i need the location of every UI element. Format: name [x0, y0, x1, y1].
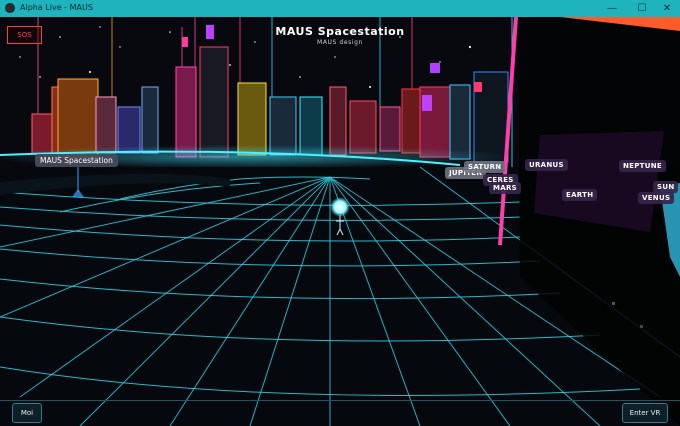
page-subtitle: MAUS design [317, 39, 363, 46]
profile-button[interactable]: Moi [12, 403, 42, 423]
window-titlebar: Alpha Live - MAUS — ☐ ✕ [0, 0, 680, 17]
planet-label-earth[interactable]: EARTH [562, 189, 598, 201]
planet-label-sun[interactable]: SUN [653, 181, 679, 193]
enter-vr-button[interactable]: Enter VR [622, 403, 668, 423]
scene-graphics [0, 17, 680, 426]
3d-viewport[interactable]: SOS MAUS Spacestation MAUS design MAUS S… [0, 17, 680, 426]
page-title: MAUS Spacestation [275, 25, 405, 38]
minimize-button[interactable]: — [597, 0, 627, 17]
location-label[interactable]: MAUS Spacestation [35, 154, 118, 167]
window-title: Alpha Live - MAUS [20, 3, 93, 12]
planet-label-neptune[interactable]: NEPTUNE [619, 160, 666, 172]
app-icon [5, 3, 15, 13]
planet-label-mars[interactable]: MARS [489, 182, 522, 194]
planet-label-venus[interactable]: VENUS [638, 192, 675, 204]
planet-label-uranus[interactable]: URANUS [525, 159, 568, 171]
close-button[interactable]: ✕ [652, 0, 680, 17]
planet-label-saturn[interactable]: SATURN [464, 161, 506, 173]
bottom-bar-divider [0, 400, 680, 401]
